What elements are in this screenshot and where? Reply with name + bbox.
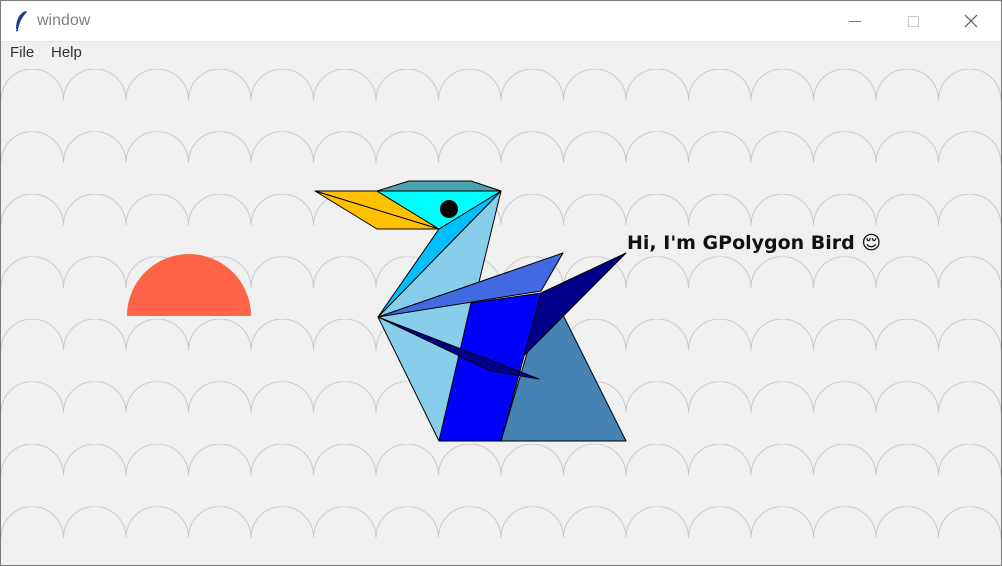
minimize-icon xyxy=(849,21,861,22)
bird-eye xyxy=(440,200,458,218)
app-window: window File Help Hi, I'm GPolygon Bird 😌 xyxy=(0,0,1002,566)
maximize-icon xyxy=(908,16,919,27)
canvas-drawing xyxy=(1,63,1001,565)
feather-icon xyxy=(15,11,27,32)
window-title: window xyxy=(37,12,91,29)
menu-file[interactable]: File xyxy=(10,44,34,61)
close-icon xyxy=(964,14,978,28)
speech-text: Hi, I'm GPolygon Bird 😌 xyxy=(627,232,882,254)
title-bar[interactable]: window xyxy=(1,1,1001,42)
drawing-canvas[interactable]: Hi, I'm GPolygon Bird 😌 xyxy=(1,63,1001,565)
menu-help[interactable]: Help xyxy=(51,44,82,61)
minimize-button[interactable] xyxy=(827,1,885,41)
menu-bar: File Help xyxy=(1,42,1001,63)
maximize-button[interactable] xyxy=(885,1,943,41)
close-button[interactable] xyxy=(943,1,1001,41)
